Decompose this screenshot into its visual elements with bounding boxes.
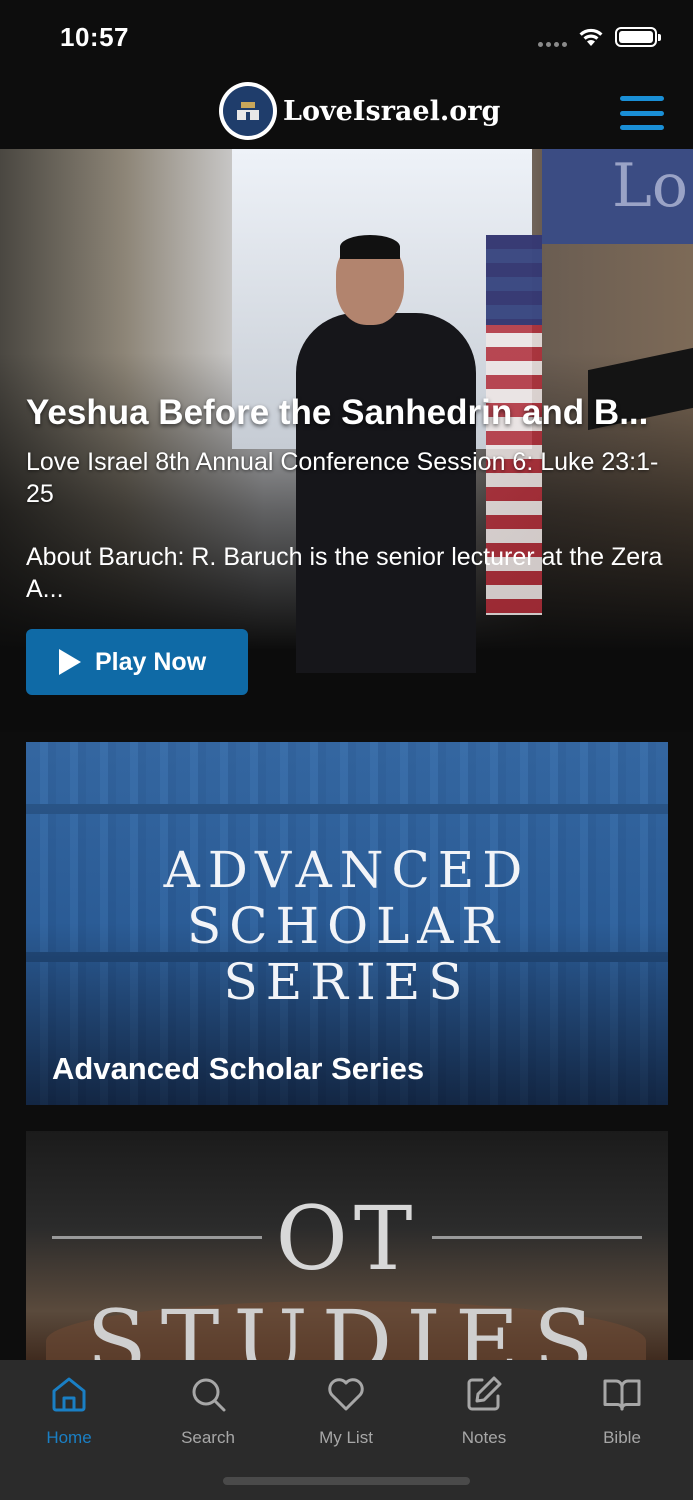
series-card-label: Advanced Scholar Series <box>52 1051 425 1086</box>
site-logo[interactable]: LoveIsrael.org <box>219 82 500 140</box>
tab-bible[interactable]: Bible <box>567 1374 677 1448</box>
home-icon <box>52 1377 86 1412</box>
tab-notes[interactable]: Notes <box>429 1374 539 1448</box>
hero-description: About Baruch: R. Baruch is the senior le… <box>26 543 663 603</box>
search-icon <box>192 1378 226 1412</box>
logo-badge-icon <box>219 82 277 140</box>
series-art-subtitle: STUDIES <box>86 1291 608 1371</box>
play-now-button[interactable]: Play Now <box>26 629 248 695</box>
tab-label: Notes <box>461 1428 507 1447</box>
heart-icon <box>328 1378 364 1411</box>
series-art-title: ADVANCED SCHOLAR SERIES <box>163 841 531 1011</box>
tab-search[interactable]: Search <box>153 1374 263 1448</box>
series-card-advanced-scholar[interactable]: ADVANCED SCHOLAR SERIES Advanced Scholar… <box>26 742 668 1105</box>
tab-label: Bible <box>603 1428 641 1447</box>
tab-my-list[interactable]: My List <box>291 1374 401 1448</box>
logo-text: LoveIsrael.org <box>283 95 501 127</box>
play-icon <box>59 649 81 675</box>
wifi-icon <box>579 28 603 46</box>
status-time: 10:57 <box>60 22 129 52</box>
hamburger-menu-icon[interactable] <box>620 96 664 130</box>
hero-subtitle: Love Israel 8th Annual Conference Sessio… <box>26 448 659 508</box>
tab-label: My List <box>319 1428 373 1447</box>
status-bar: 10:57 <box>0 0 693 76</box>
series-art-title: OT <box>275 1187 419 1290</box>
tab-label: Home <box>46 1428 92 1447</box>
tab-label: Search <box>181 1428 235 1447</box>
battery-icon <box>615 27 661 47</box>
book-icon <box>603 1379 641 1411</box>
series-card-ot-studies[interactable]: OT STUDIES <box>26 1131 668 1371</box>
tab-home[interactable]: Home <box>14 1374 124 1448</box>
hero-title: Yeshua Before the Sanhedrin and B... <box>26 393 649 432</box>
play-now-label: Play Now <box>95 647 207 676</box>
cellular-signal-icon <box>538 27 567 47</box>
home-indicator[interactable] <box>223 1477 470 1485</box>
menorah-icon <box>237 102 259 120</box>
status-icons <box>538 26 661 48</box>
nav-bar: LoveIsrael.org <box>0 76 693 149</box>
edit-icon <box>467 1376 502 1411</box>
